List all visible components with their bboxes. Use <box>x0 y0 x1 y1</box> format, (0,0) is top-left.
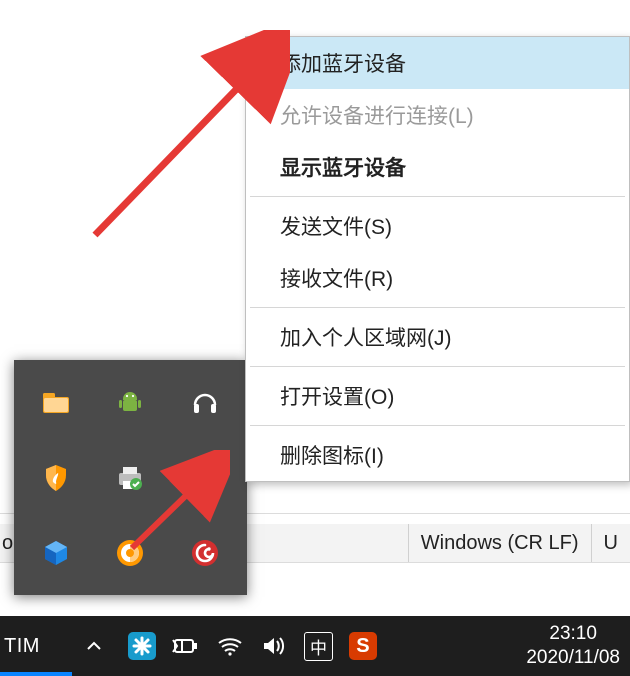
chevron-up-icon <box>85 637 103 655</box>
taskbar-active-underline <box>0 672 72 676</box>
speaker-icon <box>261 635 287 657</box>
tim-tray-icon[interactable] <box>128 632 156 660</box>
bluetooth-context-menu: 添加蓝牙设备 允许设备进行连接(L) 显示蓝牙设备 发送文件(S) 接收文件(R… <box>245 36 630 482</box>
tray-headset-icon[interactable] <box>173 370 237 435</box>
taskbar-app-label[interactable]: TIM <box>0 635 52 658</box>
sogou-ime-icon[interactable]: S <box>349 632 377 660</box>
menu-separator <box>250 425 625 426</box>
tray-android-icon[interactable] <box>98 370 162 435</box>
battery-icon <box>172 636 200 656</box>
menu-separator <box>250 307 625 308</box>
wifi-icon <box>217 635 243 657</box>
tray-overflow-panel <box>14 360 247 595</box>
tray-folder-icon[interactable] <box>24 370 88 435</box>
menu-remove-icon[interactable]: 删除图标(I) <box>246 429 629 481</box>
wifi-tray-icon[interactable] <box>216 632 244 660</box>
status-line-ending[interactable]: Windows (CR LF) <box>408 524 591 562</box>
tray-netease-icon[interactable] <box>173 520 237 585</box>
menu-receive-file[interactable]: 接收文件(R) <box>246 252 629 304</box>
battery-tray-icon[interactable] <box>172 632 200 660</box>
tray-browser-icon[interactable] <box>98 520 162 585</box>
asterisk-icon <box>132 636 152 656</box>
ime-indicator[interactable]: 中 <box>304 632 333 661</box>
clock-time: 23:10 <box>526 622 620 646</box>
tray-shield-icon[interactable] <box>24 445 88 510</box>
folder-icon <box>40 387 72 419</box>
netease-music-icon <box>189 537 221 569</box>
volume-tray-icon[interactable] <box>260 632 288 660</box>
menu-join-pan[interactable]: 加入个人区域网(J) <box>246 311 629 363</box>
tray-overflow-chevron[interactable] <box>84 636 104 656</box>
bluetooth-icon <box>189 462 221 494</box>
status-encoding-fragment[interactable]: U <box>591 524 630 562</box>
tray-printer-icon[interactable] <box>98 445 162 510</box>
menu-separator <box>250 366 625 367</box>
taskbar: TIM <box>0 616 630 676</box>
shield-icon <box>40 462 72 494</box>
menu-show-bluetooth-devices[interactable]: 显示蓝牙设备 <box>246 141 629 193</box>
menu-open-settings[interactable]: 打开设置(O) <box>246 370 629 422</box>
s-glyph: S <box>356 635 369 658</box>
tray-bluetooth-icon[interactable] <box>173 445 237 510</box>
menu-allow-connect: 允许设备进行连接(L) <box>246 89 629 141</box>
tray-cube-icon[interactable] <box>24 520 88 585</box>
menu-separator <box>250 196 625 197</box>
menu-send-file[interactable]: 发送文件(S) <box>246 200 629 252</box>
taskbar-clock[interactable]: 23:10 2020/11/08 <box>502 622 630 670</box>
android-icon <box>114 387 146 419</box>
clock-date: 2020/11/08 <box>526 646 620 670</box>
headset-icon <box>189 387 221 419</box>
menu-add-bluetooth-device[interactable]: 添加蓝牙设备 <box>246 37 629 89</box>
browser-icon <box>114 537 146 569</box>
printer-icon <box>114 462 146 494</box>
cube-icon <box>40 537 72 569</box>
